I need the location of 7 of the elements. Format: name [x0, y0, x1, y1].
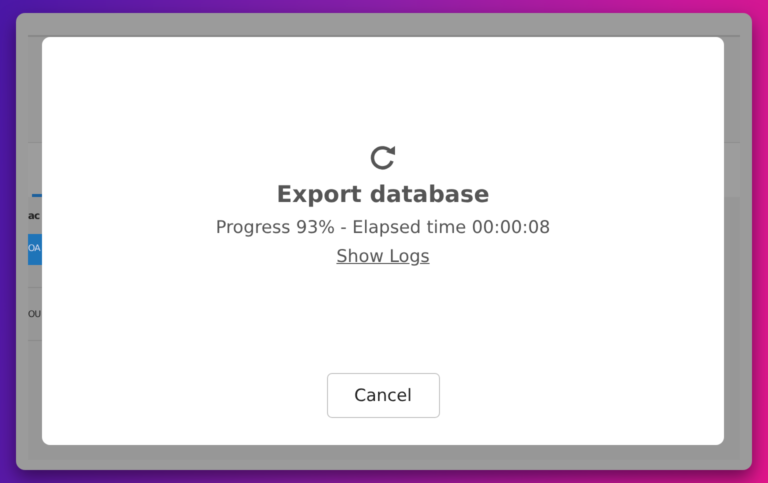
background-label: OU	[28, 310, 42, 320]
dialog-title: Export database	[276, 182, 490, 208]
progress-status: Progress 93% - Elapsed time 00:00:08	[216, 218, 550, 238]
show-logs-link[interactable]: Show Logs	[336, 247, 430, 267]
background-heading: ac	[28, 211, 40, 222]
background-button[interactable]: OA	[28, 234, 42, 265]
cancel-button[interactable]: Cancel	[326, 373, 440, 418]
